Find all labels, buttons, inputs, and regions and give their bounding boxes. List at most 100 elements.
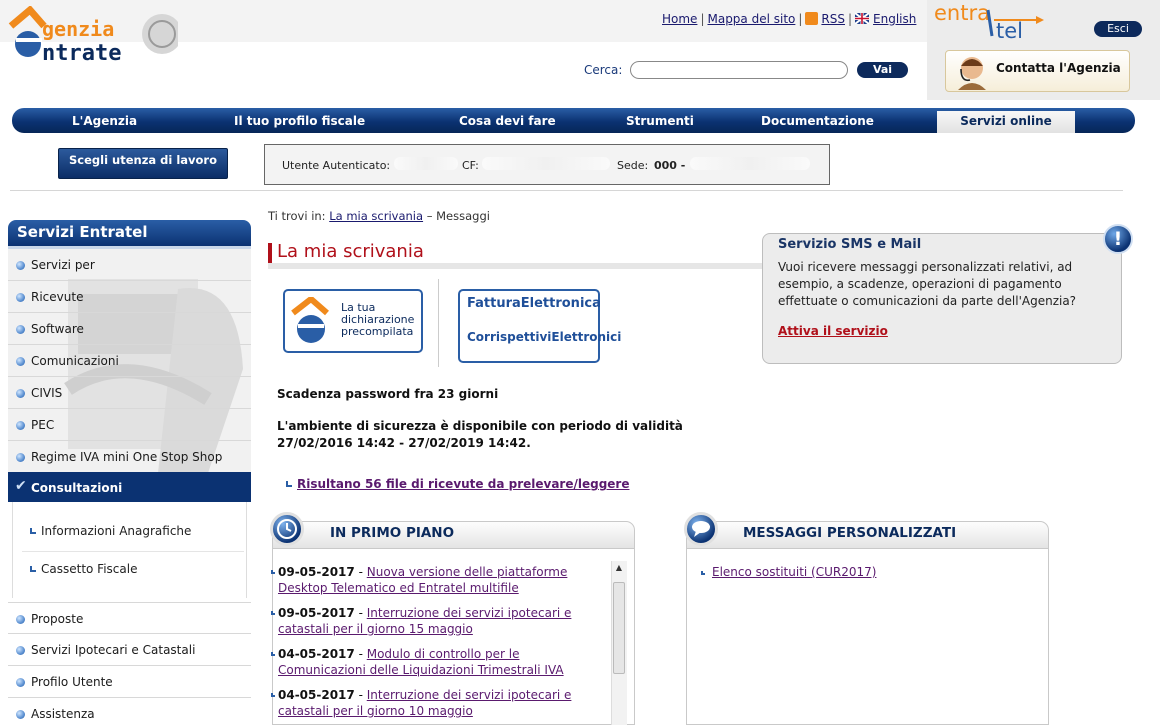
sub-bullet-icon	[30, 528, 36, 534]
sidebar-item-label: CIVIS	[31, 386, 63, 400]
nav-documentazione[interactable]: Documentazione	[761, 114, 874, 128]
rss-icon	[805, 12, 819, 25]
home-link[interactable]: Home	[662, 12, 697, 26]
sidebar-item-comunicazioni[interactable]: Comunicazioni	[8, 345, 251, 377]
breadcrumb: Ti trovi in: La mia scrivania – Messaggi	[268, 209, 490, 223]
submenu-label: Cassetto Fiscale	[41, 562, 138, 576]
sms-panel-text: Vuoi ricevere messaggi personalizzati re…	[778, 260, 1077, 308]
sidebar-item-servizi-ipotecari[interactable]: Servizi Ipotecari e Catastali	[8, 634, 251, 666]
news-scrollbar-thumb[interactable]	[613, 582, 625, 674]
news-item: 09-05-2017 - Nuova versione delle piatta…	[271, 564, 598, 596]
sidebar-item-software[interactable]: Software	[8, 313, 251, 345]
nav-servizi-online[interactable]: Servizi online	[937, 114, 1075, 128]
activate-service-link[interactable]: Attiva il servizio	[778, 324, 888, 338]
choose-workspace-button[interactable]: Scegli utenza di lavoro	[58, 148, 228, 179]
news-bullet-icon	[271, 693, 275, 697]
agenzia-a-icon	[291, 297, 329, 343]
message-link-elenco-sostituiti[interactable]: Elenco sostituiti (CUR2017)	[712, 565, 876, 579]
messaggi-title: MESSAGGI PERSONALIZZATI	[743, 525, 957, 541]
contact-agency-label: Contatta l'Agenzia	[996, 61, 1121, 75]
bullet-icon	[16, 293, 25, 302]
sidebar-submenu	[12, 502, 247, 598]
submenu-cassetto-fiscale[interactable]: Cassetto Fiscale	[30, 562, 137, 576]
arrow-bullet-icon	[286, 481, 292, 487]
sidebar-item-servizi-per[interactable]: Servizi per	[8, 249, 251, 281]
sidebar-item-label: Proposte	[31, 612, 84, 626]
bullet-icon	[16, 615, 25, 624]
sidebar-item-label: Servizi Ipotecari e Catastali	[31, 643, 196, 657]
entratel-logo-top: entra	[934, 2, 990, 25]
sede-label: Sede:	[617, 159, 649, 172]
sidebar-item-label: Regime IVA mini One Stop Shop	[31, 450, 223, 464]
receipts-link[interactable]: Risultano 56 file di ricevute da preleva…	[297, 477, 629, 491]
call-center-operator-icon	[958, 57, 986, 90]
sidebar-item-label: Servizi per	[31, 258, 95, 272]
rss-link[interactable]: RSS	[821, 12, 845, 26]
breadcrumb-link-scrivania[interactable]: La mia scrivania	[329, 209, 423, 223]
link-separator: |	[848, 12, 853, 26]
check-icon: ✔	[15, 478, 27, 494]
sub-bullet-icon	[30, 566, 36, 572]
entratel-logo-bottom: tel	[996, 19, 1023, 40]
sidebar-item-label: Comunicazioni	[31, 354, 119, 368]
sidebar-item-profilo-utente[interactable]: Profilo Utente	[8, 666, 251, 698]
bullet-icon	[16, 678, 25, 687]
sidebar-item-ricevute[interactable]: Ricevute	[8, 281, 251, 313]
sidebar-item-assistenza[interactable]: Assistenza	[8, 698, 251, 725]
breadcrumb-prefix: Ti trovi in:	[268, 209, 326, 223]
news-date: 09-05-2017	[278, 606, 355, 620]
news-date: 09-05-2017	[278, 565, 355, 579]
nav-profilo-fiscale[interactable]: Il tuo profilo fiscale	[234, 114, 365, 128]
sitemap-link[interactable]: Mappa del sito	[707, 12, 795, 26]
sidebar-item-proposte[interactable]: Proposte	[8, 602, 251, 634]
sidebar-item-consultazioni[interactable]: ✔ Consultazioni	[8, 472, 251, 502]
link-separator: |	[700, 12, 705, 26]
english-link[interactable]: English	[873, 12, 916, 26]
sidebar-title: Servizi Entratel	[8, 220, 251, 246]
sidebar-item-civis[interactable]: CIVIS	[8, 377, 251, 409]
password-expiry-notice: Scadenza password fra 23 giorni	[277, 387, 499, 401]
news-bullet-icon	[271, 611, 275, 615]
info-icon: !	[1103, 224, 1133, 254]
agenzia-entrate-logo[interactable]: genzia ntrate	[8, 6, 178, 64]
redacted-sede	[690, 157, 810, 170]
search-button[interactable]: Vai	[857, 62, 908, 78]
breadcrumb-separator: –	[426, 209, 433, 223]
sidebar-item-label: Profilo Utente	[31, 675, 113, 689]
news-item: 04-05-2017 - Interruzione dei servizi ip…	[271, 687, 598, 719]
nav-agenzia[interactable]: L'Agenzia	[72, 114, 137, 128]
nav-cosa-devi-fare[interactable]: Cosa devi fare	[459, 114, 556, 128]
sidebar-item-pec[interactable]: PEC	[8, 409, 251, 441]
news-bullet-icon	[271, 570, 275, 574]
page-title: La mia scrivania	[277, 241, 424, 262]
sede-value: 000 -	[654, 159, 686, 172]
security-validity-line1: L'ambiente di sicurezza è disponibile co…	[277, 419, 683, 433]
security-validity-line2: 27/02/2016 14:42 - 27/02/2019 14:42.	[277, 436, 531, 450]
news-bullet-icon	[271, 652, 275, 656]
title-rule	[268, 263, 764, 269]
nav-strumenti[interactable]: Strumenti	[626, 114, 694, 128]
entratel-logo: entra tel	[934, 2, 1044, 40]
sidebar-item-regime-iva[interactable]: Regime IVA mini One Stop Shop	[8, 441, 251, 473]
redacted-user	[394, 157, 458, 170]
news-date: 04-05-2017	[278, 688, 355, 702]
message-bullet-icon	[701, 571, 705, 575]
speech-bubble-icon	[684, 512, 718, 546]
logout-button[interactable]: Esci	[1094, 21, 1142, 37]
top-links: Home | Mappa del sito | RSS | English	[662, 12, 916, 26]
sidebar-item-label: PEC	[31, 418, 55, 432]
sidebar-item-label: Assistenza	[31, 707, 95, 721]
bullet-icon	[16, 710, 25, 719]
submenu-informazioni-anagrafiche[interactable]: Informazioni Anagrafiche	[30, 524, 191, 538]
badge2-line2: CorrispettiviElettronici	[467, 330, 622, 344]
news-date: 04-05-2017	[278, 647, 355, 661]
badge1-text: La tua dichiarazione precompilata	[341, 301, 415, 338]
cf-label: CF:	[462, 159, 479, 172]
bullet-icon	[16, 453, 25, 462]
redacted-cf	[482, 157, 610, 170]
clock-icon	[270, 512, 304, 546]
link-separator: |	[798, 12, 803, 26]
search-input[interactable]	[630, 61, 848, 79]
scroll-up-arrow-icon[interactable]: ▲	[613, 563, 625, 577]
user-label: Utente Autenticato:	[282, 159, 391, 172]
